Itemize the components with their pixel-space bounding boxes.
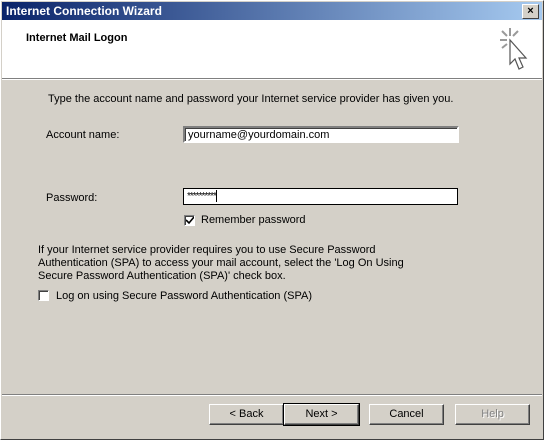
- password-value: **********: [187, 191, 217, 202]
- help-button[interactable]: Help: [455, 404, 530, 425]
- back-button[interactable]: < Back: [209, 404, 284, 425]
- button-divider: [2, 394, 542, 396]
- remember-password-label[interactable]: Remember password: [201, 214, 306, 226]
- account-name-value: yourname@yourdomain.com: [188, 129, 330, 141]
- title-bar[interactable]: Internet Connection Wizard ×: [2, 2, 542, 20]
- wizard-header: Internet Mail Logon: [2, 20, 542, 79]
- remember-password-checkbox[interactable]: [184, 215, 195, 226]
- page-title: Internet Mail Logon: [26, 32, 128, 44]
- close-button[interactable]: ×: [522, 4, 539, 19]
- text-cursor: [215, 190, 217, 203]
- password-label: Password:: [46, 192, 98, 204]
- next-button[interactable]: Next >: [283, 403, 360, 426]
- spa-label[interactable]: Log on using Secure Password Authenticat…: [56, 290, 312, 302]
- spa-info-text: If your Internet service provider requir…: [38, 244, 404, 282]
- header-divider: [2, 79, 542, 80]
- intro-text: Type the account name and password your …: [48, 93, 454, 105]
- checkmark-icon: [186, 217, 194, 225]
- window-title: Internet Connection Wizard: [6, 4, 162, 18]
- wizard-window: Internet Connection Wizard × Internet Ma…: [0, 0, 544, 440]
- account-name-input[interactable]: yourname@yourdomain.com: [183, 126, 459, 143]
- account-name-label: Account name:: [46, 129, 120, 141]
- spa-checkbox[interactable]: [38, 290, 49, 301]
- wizard-cursor-icon: [500, 28, 528, 70]
- cancel-button[interactable]: Cancel: [369, 404, 444, 425]
- password-input[interactable]: **********: [183, 188, 458, 205]
